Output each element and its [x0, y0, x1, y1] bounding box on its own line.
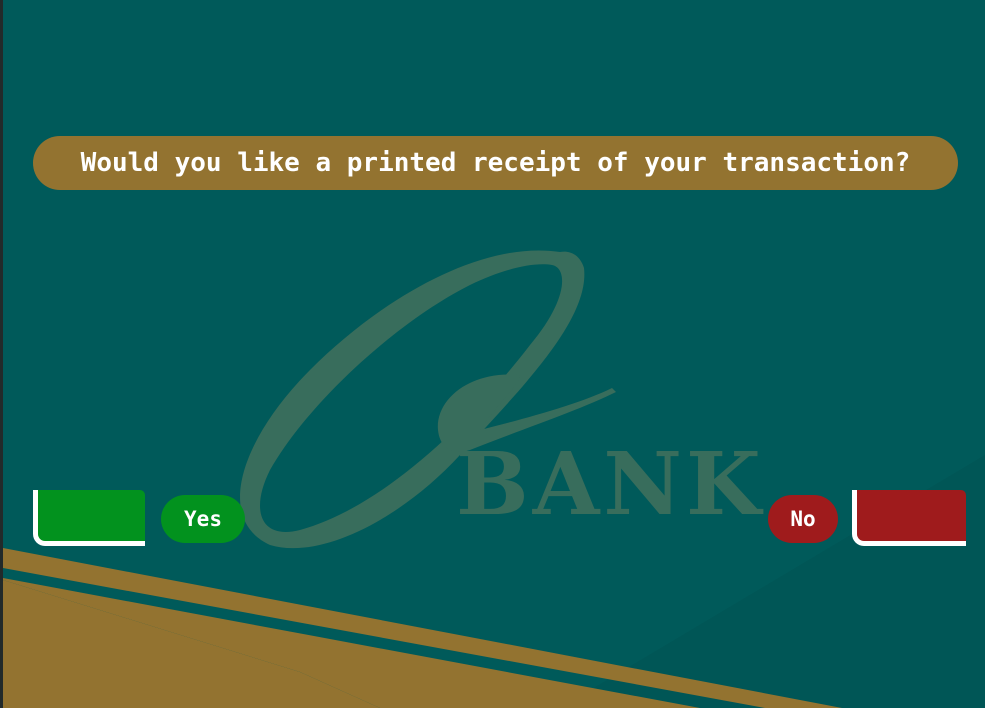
receipt-prompt-banner: Would you like a printed receipt of your… [33, 136, 958, 190]
no-button[interactable]: No [768, 495, 838, 543]
receipt-question: Would you like a printed receipt of your… [80, 148, 911, 178]
bank-logo-watermark: BANK [240, 250, 765, 549]
no-side-key[interactable] [852, 490, 966, 546]
background-graphic: BANK [3, 250, 985, 708]
yes-side-key[interactable] [33, 490, 145, 546]
logo-wordmark: BANK [456, 434, 765, 535]
yes-button[interactable]: Yes [161, 495, 245, 543]
atm-screen: BANK Would you like a printed receipt of… [0, 0, 985, 708]
